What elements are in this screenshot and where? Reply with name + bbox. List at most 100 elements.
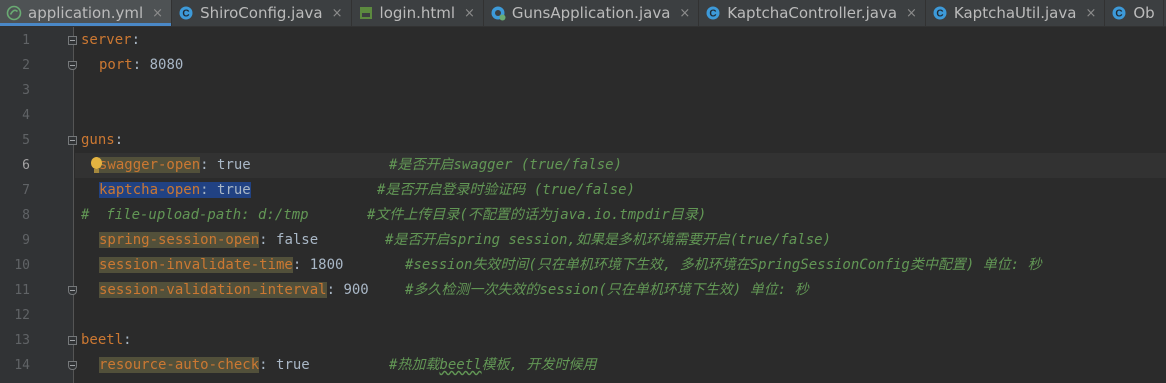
yaml-comment: #是否开启登录时验证码 (true/false) xyxy=(377,182,636,198)
code-line[interactable] xyxy=(75,303,1166,328)
line-number: 13 xyxy=(14,333,30,348)
java-class-icon: C xyxy=(179,6,193,20)
yaml-key: session-invalidate-time xyxy=(99,257,293,273)
yaml-entry: beetl: xyxy=(81,328,132,353)
close-tab-icon[interactable]: × xyxy=(332,6,343,21)
yaml-colon: : xyxy=(131,32,141,48)
yaml-entry: guns: xyxy=(81,128,123,153)
tab-kaptchautil-java[interactable]: C KaptchaUtil.java × xyxy=(926,0,1106,26)
close-tab-icon[interactable]: × xyxy=(1085,6,1096,21)
yaml-value: 1800 xyxy=(301,257,344,273)
editor-tab-bar: application.yml × C ShiroConfig.java × login.… xyxy=(0,0,1166,27)
svg-text:C: C xyxy=(1116,9,1123,20)
yaml-comment: #session失效时间(只在单机环境下生效, 多机环境在SpringSessi… xyxy=(405,257,1042,273)
tab-shiroconfig-java[interactable]: C ShiroConfig.java × xyxy=(172,0,352,26)
line-number: 12 xyxy=(14,308,30,323)
code-line[interactable]: server: xyxy=(75,28,1166,53)
line-number: 8 xyxy=(22,208,30,223)
tab-label: KaptchaUtil.java xyxy=(953,4,1077,22)
line-number: 4 xyxy=(22,108,30,123)
code-line[interactable] xyxy=(75,103,1166,128)
tab-label: KaptchaController.java xyxy=(727,4,898,22)
yaml-key: kaptcha-open xyxy=(99,182,201,198)
yaml-value: true xyxy=(208,157,251,173)
yaml-value: 8080 xyxy=(141,57,184,73)
close-tab-icon[interactable]: × xyxy=(152,6,163,21)
yaml-colon: : xyxy=(132,57,142,73)
yaml-key: guns xyxy=(81,132,115,148)
tab-label: login.html xyxy=(379,4,456,22)
spring-boot-class-icon xyxy=(491,6,506,21)
code-line[interactable]: # file-upload-path: d:/tmp #文件上传目录(不配置的话为… xyxy=(75,203,1166,228)
line-number: 2 xyxy=(22,58,30,73)
comment-text: #热加载 xyxy=(389,357,440,373)
line-number: 10 xyxy=(14,258,30,273)
tab-label: application.yml xyxy=(28,4,144,22)
svg-text:C: C xyxy=(182,9,189,20)
code-line[interactable] xyxy=(75,78,1166,103)
yaml-colon: : xyxy=(259,232,268,248)
yaml-entry: spring-session-open: false xyxy=(99,228,318,253)
line-number: 14 xyxy=(14,358,30,373)
yaml-value: true xyxy=(208,182,251,198)
line-number: 7 xyxy=(22,183,30,198)
yaml-entry: kaptcha-open: true xyxy=(99,178,251,203)
line-number: 6 xyxy=(22,158,30,173)
yaml-entry: resource-auto-check: true xyxy=(99,353,310,378)
yaml-colon: : xyxy=(114,132,124,148)
svg-text:C: C xyxy=(710,9,717,20)
yaml-key: spring-session-open xyxy=(99,232,260,248)
close-tab-icon[interactable]: × xyxy=(906,6,917,21)
tab-login-html[interactable]: login.html × xyxy=(352,0,484,26)
code-line[interactable]: session-validation-interval: 900 #多久检测一次失… xyxy=(75,278,1166,303)
tab-label: Ob xyxy=(1133,4,1155,22)
code-line[interactable]: port: 8080 xyxy=(75,53,1166,78)
code-line[interactable]: swagger-open: true #是否开启swagger (true/fal… xyxy=(75,153,1166,178)
line-number: 11 xyxy=(14,283,30,298)
intention-bulb-icon[interactable] xyxy=(91,157,102,173)
line-number: 1 xyxy=(22,33,30,48)
yaml-key: port xyxy=(99,57,133,73)
yaml-colon: : xyxy=(200,157,209,173)
yaml-comment: #热加载beetl模板, 开发时候用 xyxy=(389,353,596,378)
code-line[interactable]: resource-auto-check: true #热加载beetl模板, 开发… xyxy=(75,353,1166,378)
yaml-entry: swagger-open: true xyxy=(99,153,251,178)
yml-file-icon xyxy=(6,5,22,21)
java-class-icon: C xyxy=(933,6,947,20)
tab-gunsapplication-java[interactable]: GunsApplication.java × xyxy=(484,0,700,26)
yaml-colon: : xyxy=(200,182,209,198)
yaml-value: false xyxy=(267,232,319,248)
yaml-entry: session-validation-interval: 900 xyxy=(99,278,369,303)
yaml-comment: #文件上传目录(不配置的话为java.io.tmpdir目录) xyxy=(367,207,707,223)
yaml-value: 900 xyxy=(335,282,369,298)
tab-label: ShiroConfig.java xyxy=(200,4,323,22)
spellcheck-word: beetl xyxy=(439,357,482,373)
tab-ob[interactable]: C Ob xyxy=(1105,0,1164,26)
html-file-icon xyxy=(359,7,372,19)
code-line[interactable]: guns: xyxy=(75,128,1166,153)
code-line[interactable]: kaptcha-open: true #是否开启登录时验证码 (true/fals… xyxy=(75,178,1166,203)
comment-text: 模板, 开发时候用 xyxy=(481,357,597,373)
yaml-key: server xyxy=(81,32,132,48)
yaml-entry: session-invalidate-time: 1800 xyxy=(99,253,343,278)
tab-label: GunsApplication.java xyxy=(511,4,671,22)
yaml-comment: #是否开启swagger (true/false) xyxy=(389,157,623,173)
yaml-key: swagger-open xyxy=(99,157,201,173)
close-tab-icon[interactable]: × xyxy=(679,6,690,21)
code-editor[interactable]: 1 2 3 4 5 6 7 8 9 10 11 12 13 14 server: port: 8080 gun… xyxy=(0,27,1166,383)
line-number-gutter: 1 2 3 4 5 6 7 8 9 10 11 12 13 14 xyxy=(0,27,77,383)
tab-application-yml[interactable]: application.yml × xyxy=(0,0,173,26)
code-line[interactable]: session-invalidate-time: 1800 #session失效时… xyxy=(75,253,1166,278)
yaml-comment: #是否开启spring session,如果是多机环境需要开启(true/fal… xyxy=(385,232,832,248)
code-line[interactable]: beetl: xyxy=(75,328,1166,353)
close-tab-icon[interactable]: × xyxy=(464,6,475,21)
yaml-comment: # file-upload-path: d:/tmp xyxy=(81,207,309,223)
yaml-comment: #多久检测一次失效的session(只在单机环境下生效) 单位: 秒 xyxy=(405,282,809,298)
yaml-colon: : xyxy=(326,282,336,298)
java-class-icon: C xyxy=(706,6,720,20)
line-number: 3 xyxy=(22,83,30,98)
tab-kaptchacontroller-java[interactable]: C KaptchaController.java × xyxy=(699,0,926,26)
yaml-key: resource-auto-check xyxy=(99,357,260,373)
code-area[interactable]: server: port: 8080 guns: swagger-open: true… xyxy=(75,27,1166,383)
code-line[interactable]: spring-session-open: false #是否开启spring se… xyxy=(75,228,1166,253)
